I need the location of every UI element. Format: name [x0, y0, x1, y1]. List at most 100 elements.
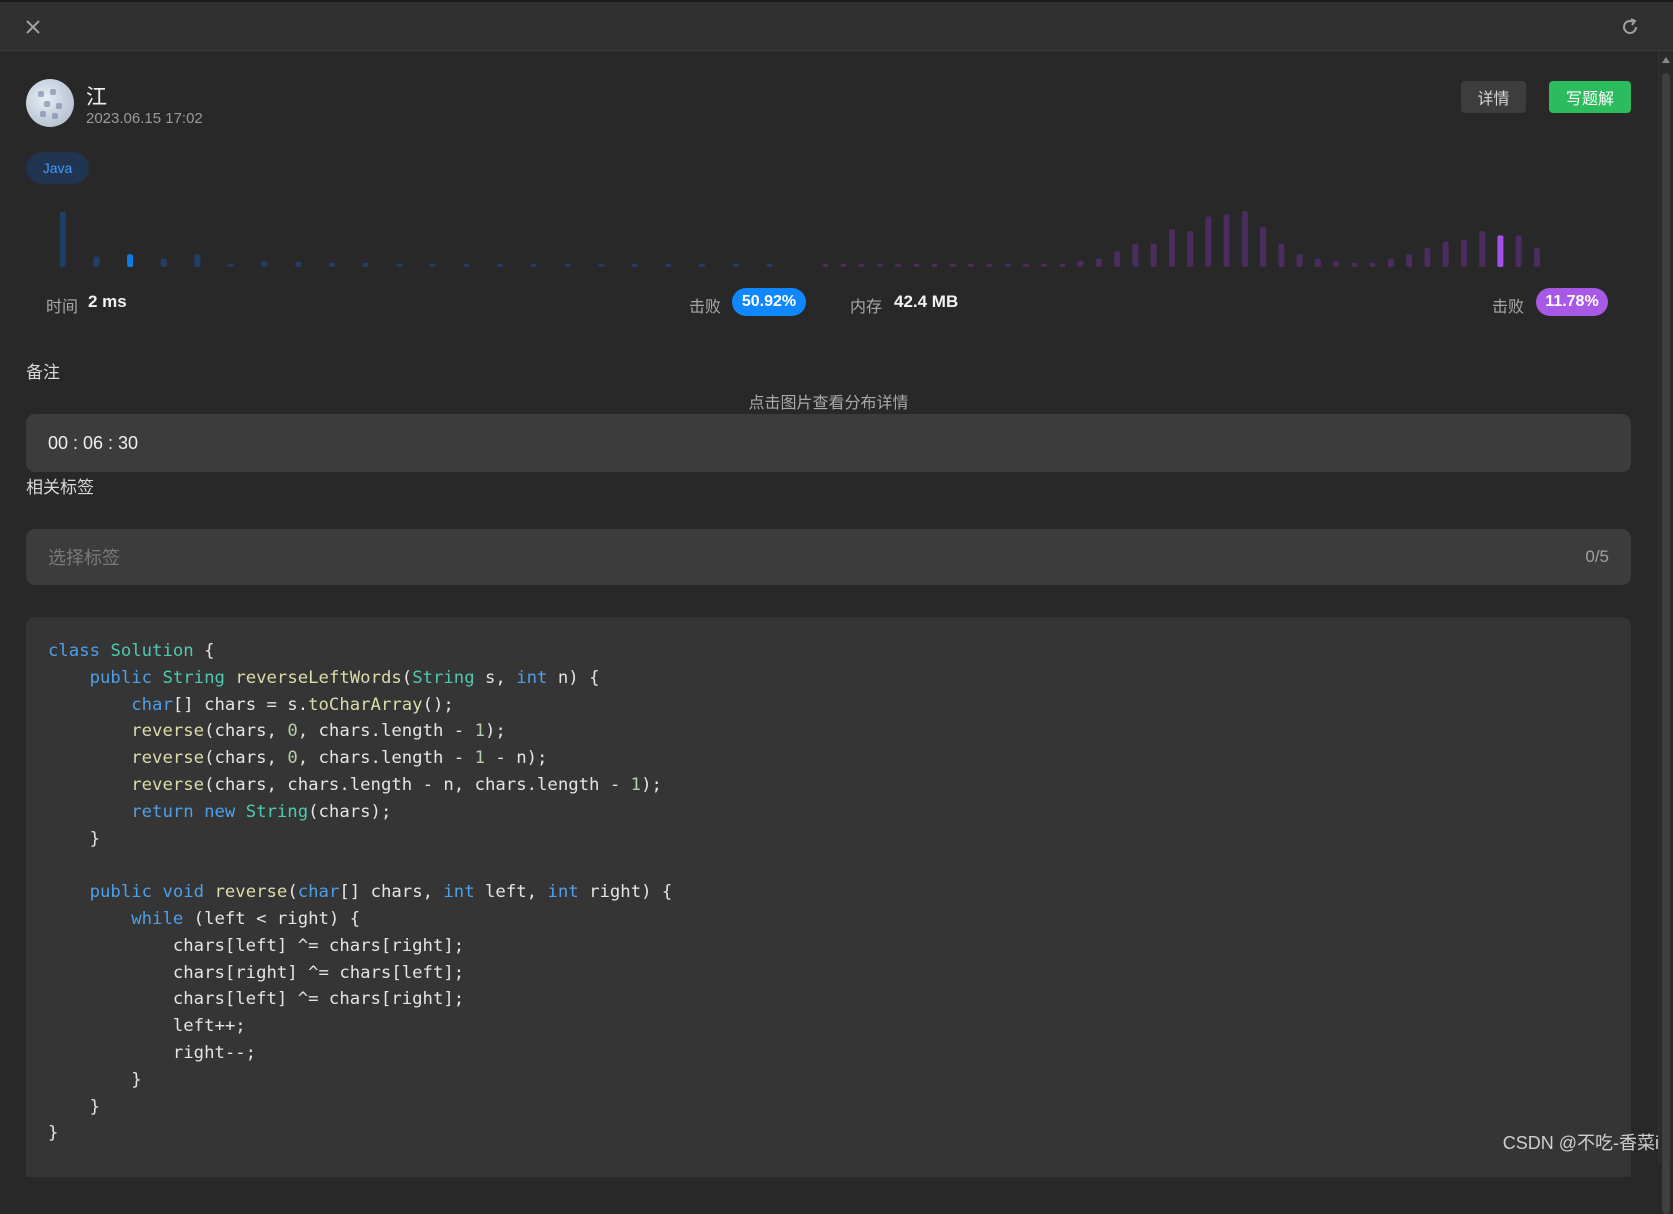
code-line: reverse(chars, chars.length - n, chars.l… [131, 774, 662, 795]
avatar[interactable] [26, 79, 74, 127]
memory-bar[interactable] [968, 263, 975, 267]
memory-bar[interactable] [1406, 254, 1413, 267]
code-block[interactable]: class Solution { public String reverseLe… [26, 617, 1631, 1177]
memory-bar[interactable] [1479, 231, 1486, 267]
time-label: 时间 [46, 299, 79, 316]
memory-bar[interactable] [1187, 231, 1194, 267]
runtime-bar[interactable] [732, 263, 739, 267]
watermark: CSDN @不吃-香菜i [1502, 1133, 1659, 1153]
language-tag: Java [26, 152, 89, 184]
memory-bar[interactable] [840, 263, 847, 267]
memory-beat-label: 击败 [1492, 299, 1525, 316]
runtime-bar[interactable] [766, 263, 773, 267]
memory-bar[interactable] [1004, 263, 1011, 267]
runtime-bar[interactable] [530, 263, 537, 267]
memory-bar[interactable] [949, 263, 956, 267]
tag-select[interactable]: 选择标签 0/5 [26, 529, 1631, 585]
scrollbar[interactable] [1658, 51, 1673, 1214]
runtime-bar[interactable] [665, 263, 672, 267]
runtime-bar[interactable] [228, 263, 234, 267]
memory-bar[interactable] [1369, 262, 1376, 267]
memory-bar[interactable] [858, 263, 865, 267]
memory-bar[interactable] [986, 263, 993, 267]
tags-title: 相关标签 [26, 478, 94, 497]
memory-bar[interactable] [1041, 263, 1048, 267]
memory-bar[interactable] [1223, 214, 1230, 267]
close-icon[interactable] [22, 16, 44, 38]
runtime-bar[interactable] [497, 263, 504, 267]
code-line: chars[left] ^= chars[right]; [48, 935, 465, 956]
dialog-header [0, 0, 1673, 51]
memory-bar[interactable] [895, 263, 902, 267]
submission-timestamp: 2023.06.15 17:02 [86, 110, 203, 127]
runtime-bar[interactable] [194, 254, 201, 267]
runtime-bar[interactable] [362, 262, 369, 267]
memory-bar[interactable] [822, 263, 829, 267]
memory-bar[interactable] [1241, 211, 1248, 267]
memory-bar[interactable] [1095, 258, 1102, 267]
code-line: } [48, 828, 101, 849]
chart-hint[interactable]: 点击图片查看分布详情 [26, 389, 1631, 413]
memory-bar[interactable] [1387, 258, 1394, 267]
tag-count: 0/5 [1585, 547, 1609, 566]
memory-bar[interactable] [1314, 258, 1321, 267]
runtime-bar[interactable] [59, 212, 66, 267]
memory-bar[interactable] [1205, 216, 1212, 267]
code-line: chars[left] ^= chars[right]; [48, 989, 465, 1010]
distribution-chart[interactable]: 时间 2 ms 击败 50.92% 内存 42.4 MB 击败 11.78% [26, 201, 1631, 331]
memory-bar[interactable] [1077, 260, 1084, 267]
memory-bar[interactable] [1333, 260, 1340, 267]
runtime-bar[interactable] [93, 256, 100, 268]
code-line: while (left < right) { [131, 908, 361, 929]
runtime-bar[interactable] [429, 263, 436, 267]
memory-bar[interactable] [1260, 226, 1267, 267]
memory-bar[interactable] [1442, 241, 1449, 267]
tag-select-placeholder: 选择标签 [48, 548, 120, 568]
runtime-bar[interactable] [127, 254, 134, 267]
user-name[interactable]: 江 [86, 81, 107, 111]
code-line: left++; [48, 1016, 246, 1037]
runtime-bar[interactable] [160, 258, 167, 267]
code-line: } [48, 1096, 101, 1117]
runtime-bar[interactable] [295, 261, 302, 267]
memory-bar[interactable] [1533, 248, 1540, 267]
memory-bar[interactable] [931, 263, 938, 267]
memory-bar[interactable] [1424, 248, 1431, 267]
code-line: reverse(chars, 0, chars.length - 1); [131, 721, 506, 742]
detail-button[interactable]: 详情 [1461, 81, 1526, 113]
runtime-bar[interactable] [698, 263, 705, 267]
memory-bar[interactable] [1460, 239, 1467, 267]
memory-bar[interactable] [1022, 263, 1029, 267]
runtime-bar[interactable] [396, 263, 403, 267]
memory-bar[interactable] [1114, 251, 1121, 267]
refresh-icon[interactable] [1619, 16, 1641, 38]
runtime-bar[interactable] [631, 263, 638, 267]
memory-bar[interactable] [1296, 254, 1303, 267]
memory-bar[interactable] [876, 263, 883, 267]
memory-bar[interactable] [1278, 243, 1285, 267]
runtime-bar[interactable] [564, 263, 571, 267]
memory-bar[interactable] [1150, 243, 1157, 267]
memory-bar[interactable] [1351, 262, 1358, 267]
memory-bar[interactable] [1059, 263, 1066, 267]
runtime-distribution-chart[interactable] [46, 201, 786, 281]
memory-distribution-chart[interactable] [816, 201, 1546, 281]
runtime-bar[interactable] [463, 263, 470, 267]
write-solution-button[interactable]: 写题解 [1549, 81, 1631, 113]
memory-bar[interactable] [1515, 235, 1522, 267]
time-beat-label: 击败 [689, 299, 722, 316]
memory-bar[interactable] [1168, 229, 1175, 267]
runtime-bar[interactable] [598, 263, 604, 267]
runtime-bar[interactable] [261, 260, 268, 267]
memory-bar[interactable] [913, 263, 920, 267]
code-line: } [48, 1069, 142, 1090]
scrollbar-thumb[interactable] [1662, 73, 1670, 1214]
memory-bar[interactable] [1497, 235, 1504, 267]
runtime-bar[interactable] [328, 262, 335, 267]
code-line: reverse(chars, 0, chars.length - 1 - n); [131, 748, 548, 769]
note-title: 备注 [26, 363, 60, 382]
note-field[interactable]: 00 : 06 : 30 [26, 414, 1631, 472]
code-line: public void reverse(char[] chars, int le… [89, 882, 673, 903]
memory-bar[interactable] [1132, 243, 1139, 267]
scroll-up-icon[interactable] [1662, 57, 1670, 63]
